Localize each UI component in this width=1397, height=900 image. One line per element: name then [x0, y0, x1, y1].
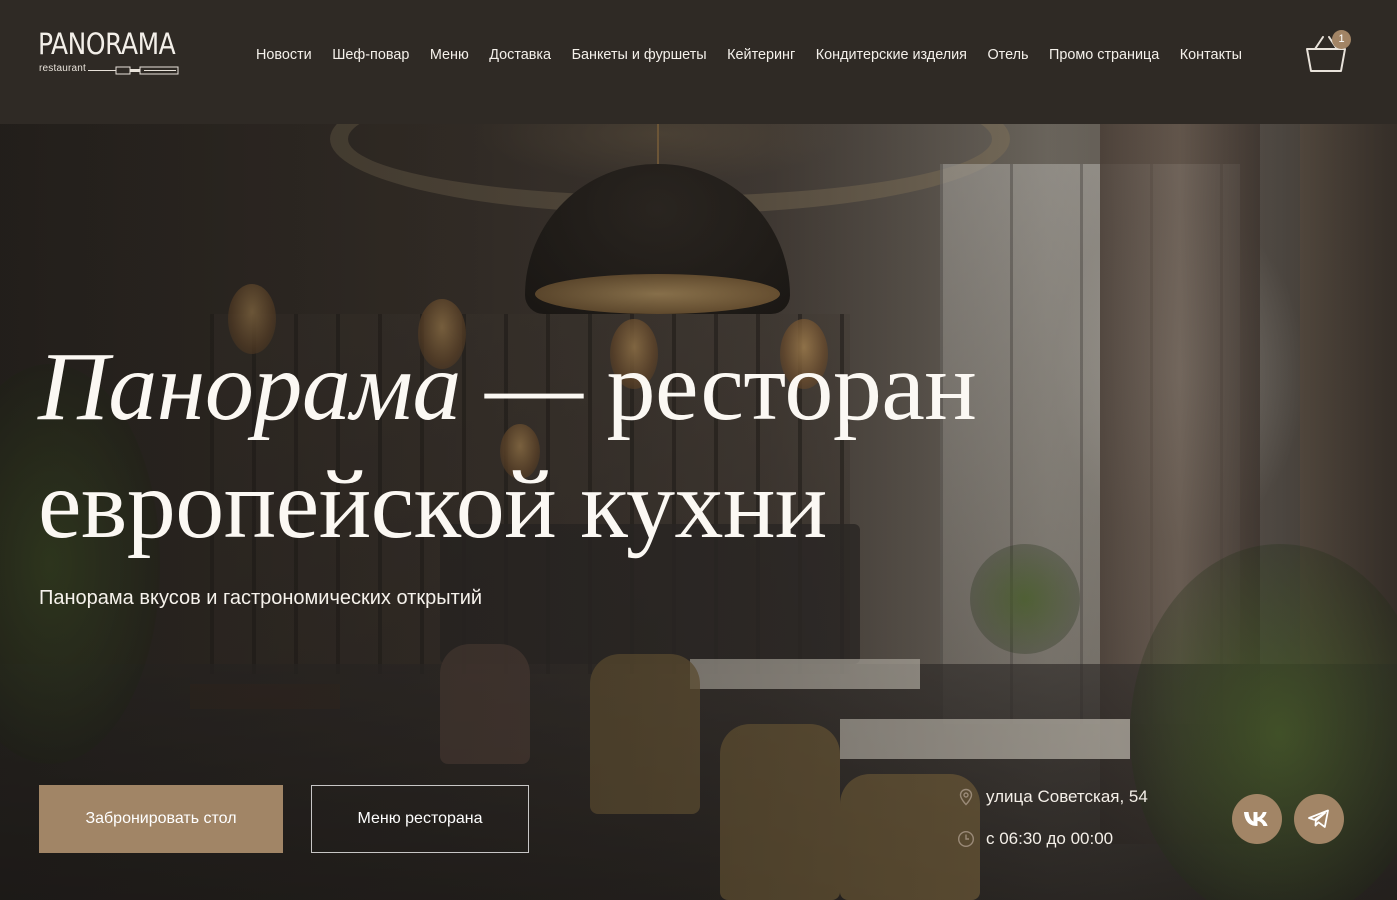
hero-title-rest: — ресторан [460, 333, 977, 441]
hero-title-line2: европейской кухни [38, 451, 827, 559]
address-info: улица Советская, 54 [957, 787, 1148, 807]
cart-count-badge: 1 [1332, 30, 1351, 49]
nav-item-news[interactable]: Новости [256, 45, 312, 65]
address-text: улица Советская, 54 [986, 787, 1148, 806]
telegram-icon [1308, 809, 1329, 828]
brand-logo[interactable]: PANORAMA restaurant [38, 27, 180, 79]
logo-cutlery-icon [88, 66, 179, 75]
location-pin-icon [959, 788, 973, 806]
hero-title: Панорама — ресторан европейской кухни [38, 328, 977, 564]
site-header: PANORAMA restaurant Новости Шеф-повар Ме… [0, 0, 1397, 124]
hero-title-italic: Панорама [38, 333, 461, 441]
vk-button[interactable] [1232, 794, 1282, 844]
book-table-button[interactable]: Забронировать стол [39, 785, 283, 853]
nav-item-delivery[interactable]: Доставка [489, 45, 551, 65]
nav-item-banquets[interactable]: Банкеты и фуршеты [572, 45, 707, 65]
nav-item-hotel[interactable]: Отель [987, 45, 1028, 65]
brand-tagline: restaurant [39, 63, 87, 74]
nav-item-catering[interactable]: Кейтеринг [727, 45, 795, 65]
nav-item-promo[interactable]: Промо страница [1049, 45, 1159, 65]
nav-item-menu[interactable]: Меню [430, 45, 469, 65]
brand-name: PANORAMA [38, 27, 176, 61]
hero-subtitle: Панорама вкусов и гастрономических откры… [39, 587, 483, 609]
hero-section: Панорама — ресторан европейской кухни Пан… [0, 124, 1397, 900]
nav-item-confectionery[interactable]: Кондитерские изделия [816, 45, 967, 65]
clock-icon [957, 830, 975, 848]
restaurant-menu-button[interactable]: Меню ресторана [311, 785, 529, 853]
hours-info: с 06:30 до 00:00 [957, 829, 1113, 849]
nav-item-chef[interactable]: Шеф-повар [332, 45, 409, 65]
telegram-button[interactable] [1294, 794, 1344, 844]
main-nav: Новости Шеф-повар Меню Доставка Банкеты … [256, 45, 1262, 65]
nav-item-contacts[interactable]: Контакты [1180, 45, 1242, 65]
vk-icon [1244, 812, 1268, 826]
hours-text: с 06:30 до 00:00 [986, 829, 1114, 848]
